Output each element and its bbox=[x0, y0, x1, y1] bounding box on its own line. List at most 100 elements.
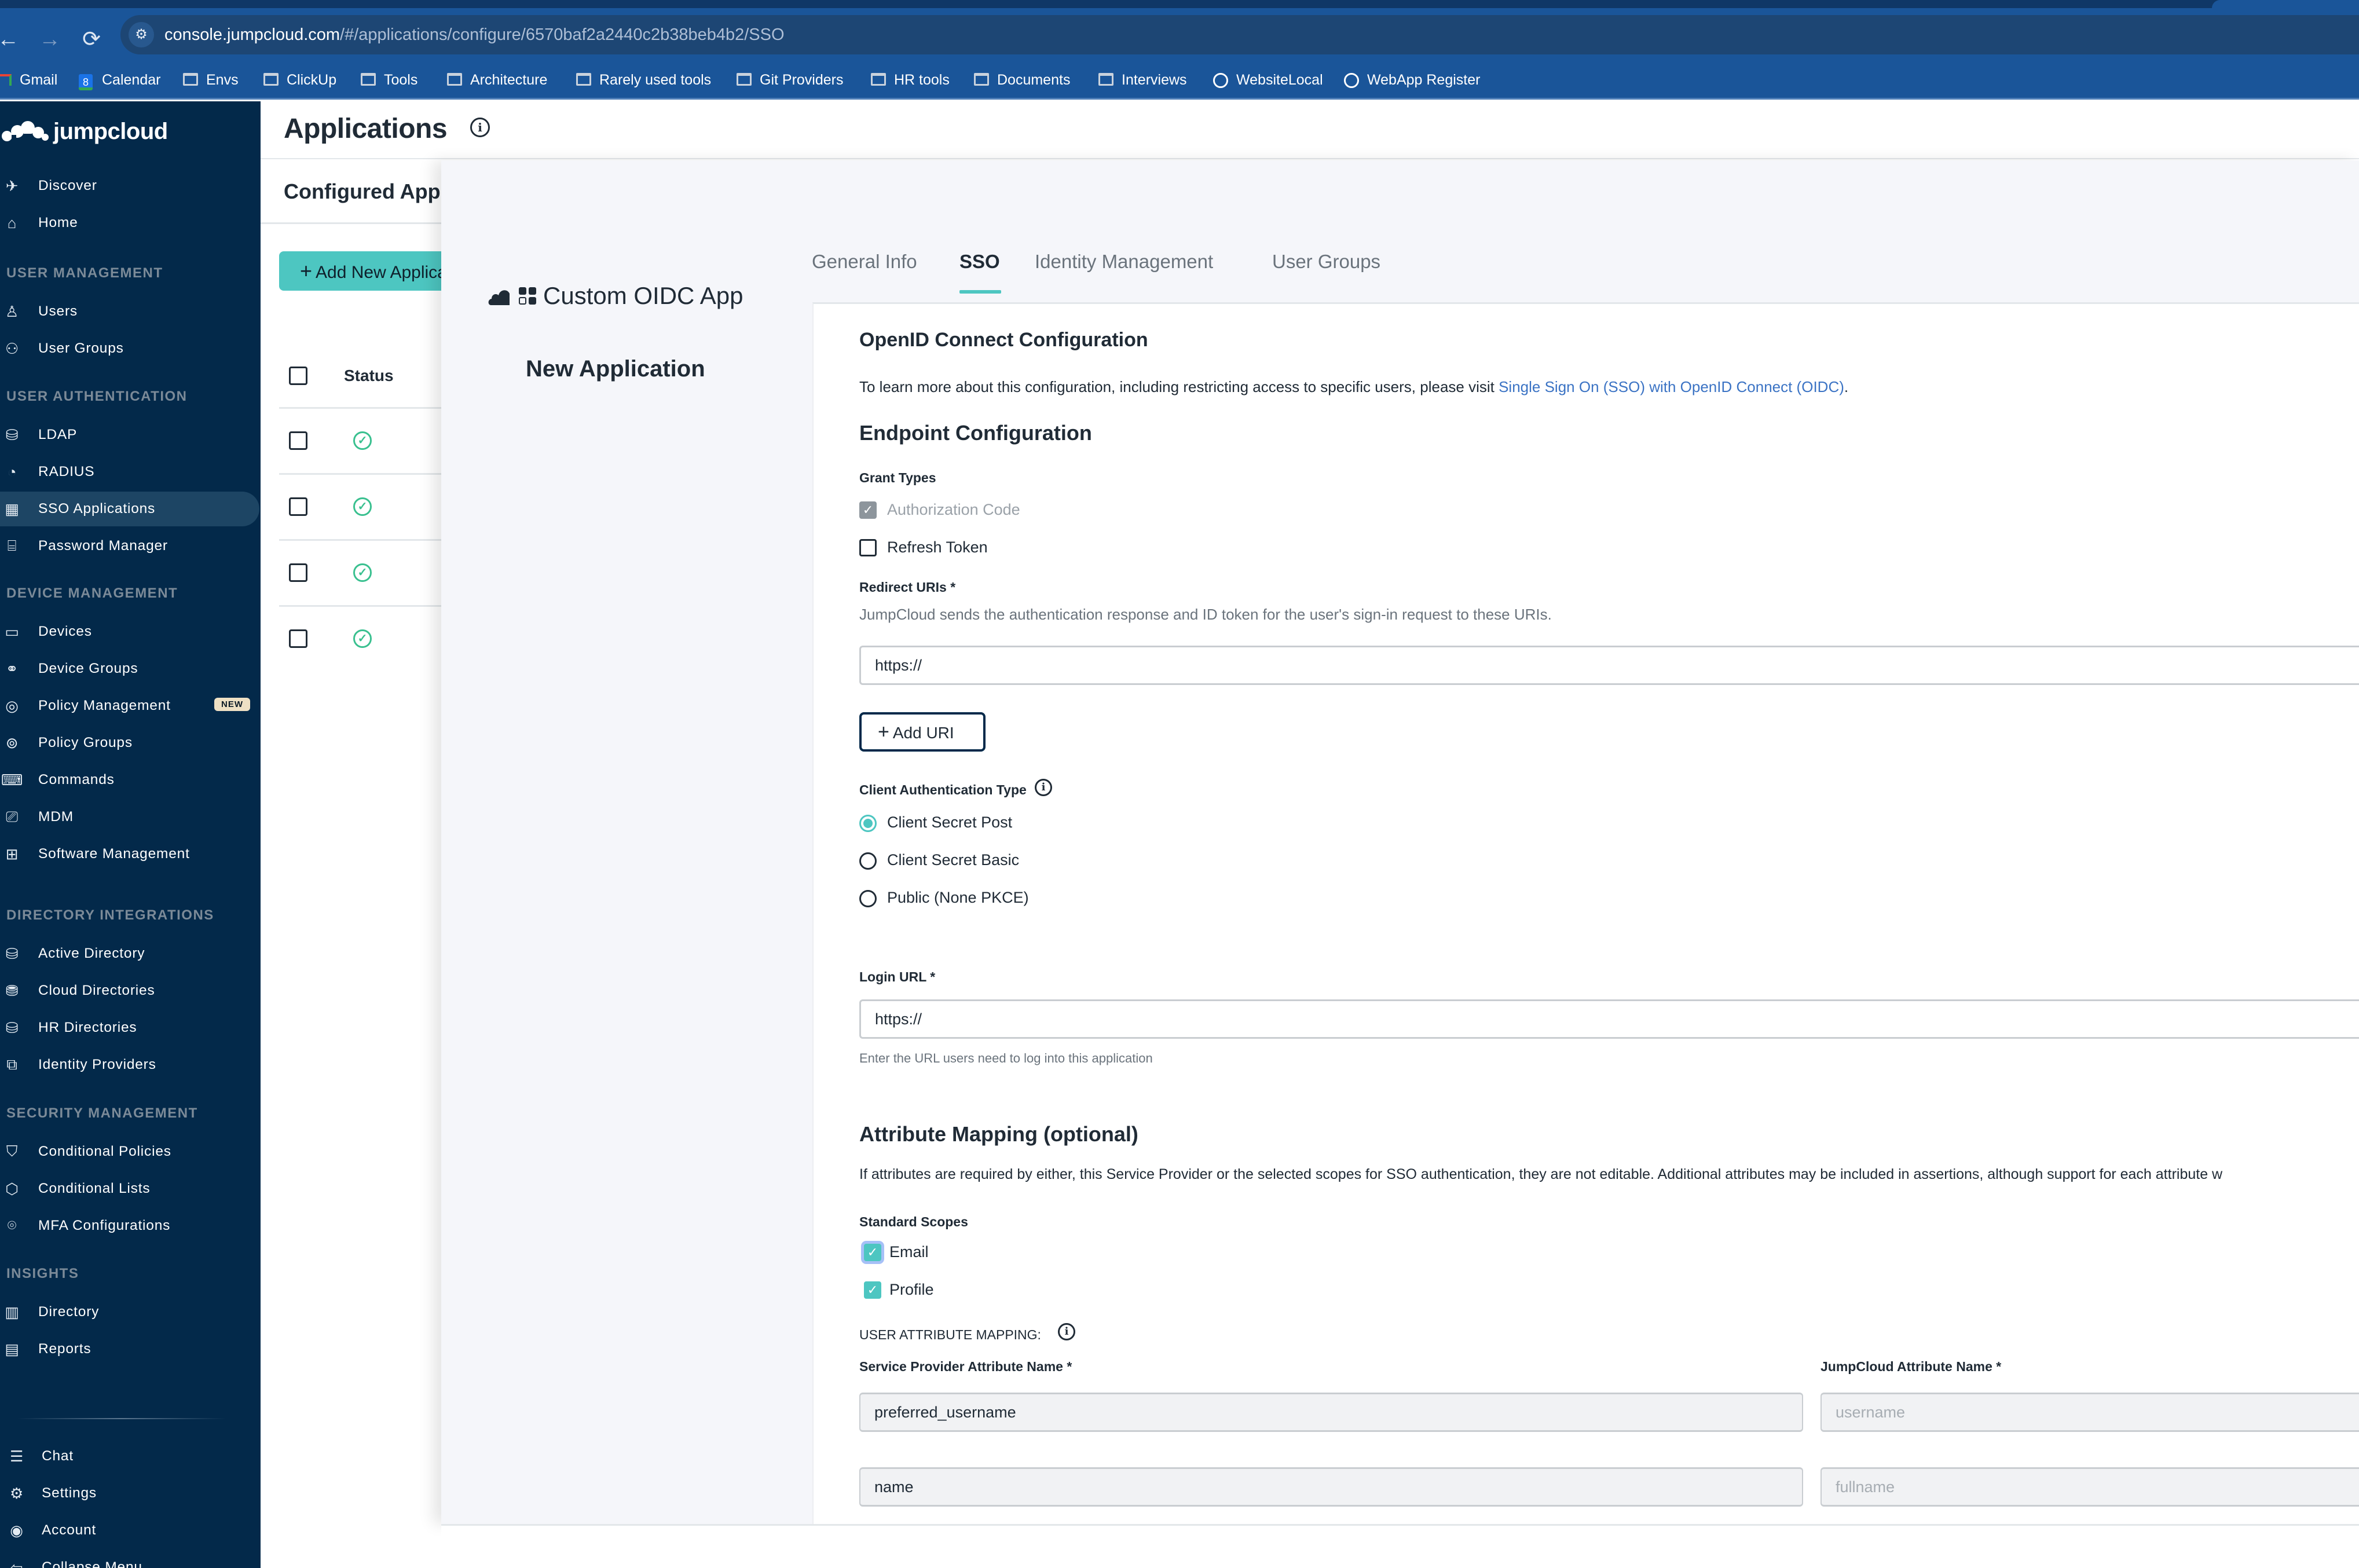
back-arrow-icon[interactable]: ← bbox=[0, 28, 20, 51]
sidebar-item-policy-groups[interactable]: ⊚ Policy Groups bbox=[0, 726, 259, 760]
sidebar-item-conditional-lists[interactable]: ⬡ Conditional Lists bbox=[0, 1171, 259, 1206]
reload-icon[interactable]: ⟳ bbox=[80, 28, 103, 51]
sidebar-item-sso-applications[interactable]: ▦ SSO Applications bbox=[0, 492, 259, 526]
bookmark-websitelocal[interactable]: WebsiteLocal bbox=[1213, 68, 1323, 91]
sidebar-item-conditional-policies[interactable]: ⛉ Conditional Policies bbox=[0, 1134, 259, 1169]
site-settings-icon[interactable]: ⚙ bbox=[129, 22, 154, 47]
tab-identity-management[interactable]: Identity Management bbox=[1035, 251, 1213, 273]
sidebar-item-reports[interactable]: ▤ Reports bbox=[0, 1332, 259, 1366]
client-secret-basic-radio[interactable] bbox=[859, 852, 877, 870]
bookmark-envs[interactable]: Envs bbox=[183, 68, 239, 91]
row-checkbox[interactable] bbox=[289, 431, 307, 450]
client-secret-post-radio[interactable] bbox=[859, 815, 877, 832]
sidebar-item-device-groups[interactable]: ⚭ Device Groups bbox=[0, 651, 259, 686]
sidebar-item-cloud-directories[interactable]: ⛃ Cloud Directories bbox=[0, 973, 259, 1008]
sidebar-item-policy-management[interactable]: ◎ Policy Management NEW bbox=[0, 688, 259, 723]
client-secret-post-label[interactable]: Client Secret Post bbox=[887, 814, 1012, 831]
info-icon[interactable]: i bbox=[470, 118, 490, 137]
jumpcloud-logo[interactable]: jumpcloud bbox=[0, 114, 168, 149]
sidebar-item-user-groups[interactable]: ⚇ User Groups bbox=[0, 331, 259, 366]
add-uri-button[interactable]: + Add URI bbox=[859, 712, 986, 752]
sidebar-item-mfa-configurations[interactable]: ⌾ MFA Configurations bbox=[0, 1208, 259, 1243]
row-checkbox[interactable] bbox=[289, 563, 307, 582]
sp-attribute-input[interactable]: name bbox=[859, 1467, 1803, 1507]
bookmark-webapp-register[interactable]: WebApp Register bbox=[1344, 68, 1480, 91]
sidebar-item-collapse-menu[interactable]: ⇦ Collapse Menu bbox=[0, 1550, 259, 1568]
sidebar-item-users[interactable]: ♙ Users bbox=[0, 294, 259, 329]
sidebar-item-label: Directory bbox=[38, 1304, 100, 1320]
refresh-token-checkbox[interactable] bbox=[859, 539, 877, 556]
bookmark-documents[interactable]: Documents bbox=[974, 68, 1070, 91]
row-checkbox[interactable] bbox=[289, 629, 307, 648]
login-url-input[interactable]: https:// bbox=[859, 999, 2359, 1039]
home-icon: ⌂ bbox=[7, 214, 17, 232]
sidebar-item-password-manager[interactable]: ⌸ Password Manager bbox=[0, 529, 259, 563]
public-pkce-radio[interactable] bbox=[859, 890, 877, 907]
folder-icon-shape bbox=[737, 73, 752, 86]
sidebar-item-radius[interactable]: ◔ RADIUS bbox=[0, 455, 259, 489]
bookmark-gmail[interactable]: Gmail bbox=[0, 68, 57, 91]
bookmark-architecture[interactable]: Architecture bbox=[447, 68, 547, 91]
public-pkce-label[interactable]: Public (None PKCE) bbox=[887, 889, 1029, 907]
tab-general-info[interactable]: General Info bbox=[812, 251, 917, 273]
sidebar-item-software-management[interactable]: ⊞ Software Management bbox=[0, 837, 259, 871]
jc-attribute-input[interactable]: username bbox=[1820, 1393, 2359, 1432]
app-name: Custom OIDC App bbox=[543, 282, 743, 309]
login-url-label: Login URL * bbox=[859, 969, 936, 984]
profile-scope-label[interactable]: Profile bbox=[889, 1281, 934, 1299]
sidebar-item-chat[interactable]: ☰ Chat bbox=[0, 1439, 259, 1474]
sidebar-item-commands[interactable]: ⌨ Commands bbox=[0, 763, 259, 797]
address-bar[interactable]: ⚙ console.jumpcloud.com/#/applications/c… bbox=[120, 15, 2359, 54]
sidebar-item-identity-providers[interactable]: ⧉ Identity Providers bbox=[0, 1047, 259, 1082]
sidebar-item-label: Reports bbox=[38, 1341, 91, 1357]
refresh-token-label[interactable]: Refresh Token bbox=[887, 538, 988, 556]
sidebar-item-home[interactable]: ⌂ Home bbox=[0, 206, 259, 240]
bookmark-git-providers[interactable]: Git Providers bbox=[737, 68, 843, 91]
sidebar-item-discover[interactable]: ✈ Discover bbox=[0, 168, 259, 203]
sidebar-section-title: USER MANAGEMENT bbox=[6, 265, 163, 281]
tab-sso[interactable]: SSO bbox=[959, 251, 1000, 273]
sidebar-item-label: HR Directories bbox=[38, 1020, 137, 1035]
bookmark-calendar[interactable]: 8 Calendar bbox=[79, 68, 160, 91]
bookmark-hr-tools[interactable]: HR tools bbox=[871, 68, 950, 91]
sidebar-section-title: INSIGHTS bbox=[6, 1266, 79, 1281]
url-text[interactable]: console.jumpcloud.com/#/applications/con… bbox=[164, 23, 785, 46]
bookmark-rarely-used-tools[interactable]: Rarely used tools bbox=[576, 68, 711, 91]
tab-user-groups[interactable]: User Groups bbox=[1272, 251, 1380, 273]
password-manager-icon: ⌸ bbox=[7, 537, 17, 554]
url-path: /#/applications/configure/6570baf2a2440c… bbox=[340, 25, 785, 44]
sidebar-item-directory[interactable]: ▥ Directory bbox=[0, 1295, 259, 1329]
status-column-header[interactable]: Status bbox=[344, 367, 394, 385]
status-active-icon: ✓ bbox=[353, 563, 372, 582]
forward-arrow-icon[interactable]: → bbox=[38, 28, 61, 51]
status-active-icon: ✓ bbox=[353, 629, 372, 648]
bookmark-tools[interactable]: Tools bbox=[361, 68, 417, 91]
redirect-uri-input[interactable]: https:// bbox=[859, 646, 2359, 685]
sidebar-item-settings[interactable]: ⚙ Settings bbox=[0, 1476, 259, 1511]
jc-attribute-input[interactable]: fullname bbox=[1820, 1467, 2359, 1507]
commands-icon: ⌨ bbox=[1, 771, 24, 789]
sidebar-item-ldap[interactable]: ⛁ LDAP bbox=[0, 417, 259, 452]
bookmark-interviews[interactable]: Interviews bbox=[1098, 68, 1187, 91]
email-scope-label[interactable]: Email bbox=[889, 1243, 929, 1261]
profile-scope-checkbox[interactable]: ✓ bbox=[864, 1281, 881, 1299]
sp-attribute-input[interactable]: preferred_username bbox=[859, 1393, 1803, 1432]
info-icon[interactable]: i bbox=[1035, 779, 1052, 796]
sidebar-item-hr-directories[interactable]: ⛁ HR Directories bbox=[0, 1010, 259, 1045]
sidebar-item-label: MDM bbox=[38, 809, 74, 825]
row-checkbox[interactable] bbox=[289, 497, 307, 516]
folder-icon-shape bbox=[1098, 73, 1113, 86]
email-scope-checkbox[interactable]: ✓ bbox=[864, 1244, 881, 1261]
info-icon[interactable]: i bbox=[1058, 1323, 1075, 1340]
sidebar-item-label: Account bbox=[42, 1522, 97, 1538]
client-secret-basic-label[interactable]: Client Secret Basic bbox=[887, 851, 1019, 869]
sidebar-item-active-directory[interactable]: ⛁ Active Directory bbox=[0, 936, 259, 971]
sidebar-item-devices[interactable]: ▭ Devices bbox=[0, 614, 259, 649]
select-all-checkbox[interactable] bbox=[289, 367, 307, 385]
oidc-docs-link[interactable]: Single Sign On (SSO) with OpenID Connect… bbox=[1499, 378, 1844, 395]
bookmark-clickup[interactable]: ClickUp bbox=[263, 68, 336, 91]
sidebar-item-account[interactable]: ◉ Account bbox=[0, 1513, 259, 1548]
add-new-application-button[interactable]: +Add New Application bbox=[279, 251, 453, 291]
folder-icon bbox=[737, 73, 753, 87]
sidebar-item-mdm[interactable]: ⎚ MDM bbox=[0, 800, 259, 834]
